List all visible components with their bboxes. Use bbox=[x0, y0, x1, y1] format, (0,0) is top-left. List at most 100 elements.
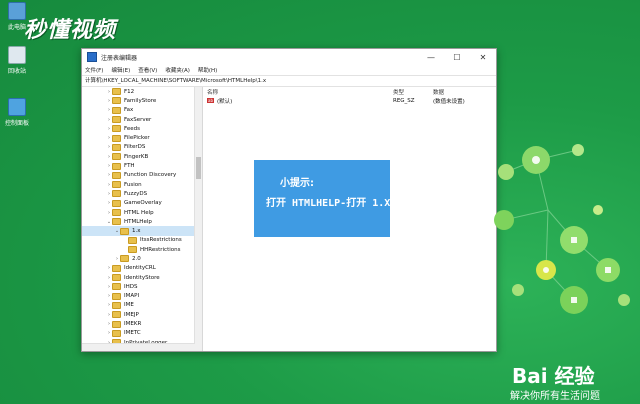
window-title: 注册表编辑器 bbox=[101, 54, 138, 62]
folder-icon bbox=[112, 301, 121, 309]
folder-icon bbox=[112, 190, 121, 198]
folder-icon bbox=[112, 134, 121, 142]
tree-item-label: IMEJP bbox=[124, 311, 139, 318]
folder-icon bbox=[112, 88, 121, 96]
tip-heading: 小提示: bbox=[280, 178, 314, 189]
column-type[interactable]: 类型 bbox=[393, 88, 433, 96]
tree-item[interactable]: › Fax bbox=[82, 106, 202, 115]
desktop-icon-computer[interactable]: 此电脑 bbox=[2, 2, 32, 31]
tree-item-label: FilterDS bbox=[124, 144, 146, 151]
folder-icon bbox=[128, 236, 137, 244]
folder-icon bbox=[112, 125, 121, 133]
tree-item[interactable]: › FTH bbox=[82, 161, 202, 170]
tree-item-label: HHRestrictions bbox=[140, 246, 181, 253]
menu-favorites[interactable]: 收藏夹(A) bbox=[165, 66, 190, 74]
tree-item[interactable]: ⌄ 1.x bbox=[82, 226, 202, 236]
folder-icon bbox=[112, 320, 121, 328]
tree-horizontal-scrollbar[interactable] bbox=[82, 343, 195, 351]
minimize-button[interactable]: — bbox=[418, 53, 444, 62]
tree-item[interactable]: › FilePicker bbox=[82, 133, 202, 142]
tree-item-label: 2.0 bbox=[132, 255, 141, 262]
menu-edit[interactable]: 编辑(E) bbox=[111, 66, 130, 74]
tree-item[interactable]: › IMEJP bbox=[82, 310, 202, 319]
tree-item[interactable]: › IMEKR bbox=[82, 319, 202, 328]
folder-icon bbox=[112, 283, 121, 291]
tree-item[interactable]: › IMETC bbox=[82, 329, 202, 338]
tree-item-label: Fusion bbox=[124, 181, 142, 188]
value-data: (数值未设置) bbox=[433, 98, 465, 105]
value-name: (默认) bbox=[217, 98, 233, 105]
folder-icon bbox=[128, 246, 137, 254]
tree-item-label: ItssRestrictions bbox=[140, 237, 182, 244]
menu-bar: 文件(F) 编辑(E) 查看(V) 收藏夹(A) 帮助(H) bbox=[82, 65, 496, 75]
desktop-icon-label: 此电脑 bbox=[7, 24, 26, 31]
folder-icon bbox=[112, 181, 121, 189]
tree-item[interactable]: › IHDS bbox=[82, 282, 202, 291]
tree-item[interactable]: › FamilyStore bbox=[82, 96, 202, 105]
folder-icon bbox=[112, 153, 121, 161]
tree-item-label: Feeds bbox=[124, 125, 140, 132]
registry-tree: › F12 › FamilyStore › Fax › FaxServer › Feeds › Fil… bbox=[82, 87, 203, 351]
tree-item-label: Function Discovery bbox=[124, 172, 177, 179]
tree-item-label: IdentityCRL bbox=[124, 265, 156, 272]
string-value-icon: ab bbox=[207, 98, 214, 103]
folder-icon bbox=[112, 329, 121, 337]
tree-item[interactable]: › FuzzyDS bbox=[82, 189, 202, 198]
menu-view[interactable]: 查看(V) bbox=[138, 66, 157, 74]
menu-help[interactable]: 帮助(H) bbox=[198, 66, 217, 74]
folder-icon bbox=[112, 209, 121, 216]
desktop-icon-control-panel[interactable]: 控制面板 bbox=[2, 98, 32, 127]
folder-icon bbox=[112, 292, 121, 300]
tree-item[interactable]: › FingerKB bbox=[82, 152, 202, 161]
tree-item-label: FTH bbox=[124, 163, 135, 170]
desktop-icon-recycle-bin[interactable]: 回收站 bbox=[2, 46, 32, 75]
tree-item[interactable]: › GameOverlay bbox=[82, 199, 202, 208]
maximize-button[interactable]: ☐ bbox=[444, 53, 470, 62]
tree-item[interactable]: › F12 bbox=[82, 87, 202, 96]
menu-file[interactable]: 文件(F) bbox=[85, 66, 103, 74]
tree-item[interactable]: › IdentityCRL bbox=[82, 264, 202, 273]
desktop-icon-label: 控制面板 bbox=[4, 120, 29, 127]
recycle-bin-icon bbox=[8, 46, 26, 64]
address-bar[interactable]: 计算机\HKEY_LOCAL_MACHINE\SOFTWARE\Microsof… bbox=[82, 75, 496, 87]
video-watermark: 秒懂视频 bbox=[24, 17, 117, 43]
tip-overlay: 小提示: 打开 HTMLHELP-打开 1.X bbox=[254, 160, 390, 237]
tree-item-label: GameOverlay bbox=[124, 200, 162, 207]
baidu-tagline: 解决你所有生活问题 bbox=[510, 391, 600, 402]
folder-icon bbox=[112, 106, 121, 114]
tree-item-label: 1.x bbox=[132, 228, 141, 235]
tree-item[interactable]: › IMAPI bbox=[82, 292, 202, 301]
folder-icon bbox=[112, 97, 121, 105]
column-name[interactable]: 名称 bbox=[203, 88, 393, 96]
scrollbar-thumb[interactable] bbox=[196, 157, 201, 179]
folder-icon bbox=[112, 264, 121, 272]
close-button[interactable]: ✕ bbox=[470, 53, 496, 62]
title-bar: 注册表编辑器 — ☐ ✕ bbox=[82, 49, 496, 65]
tree-item[interactable]: › IdentityStore bbox=[82, 273, 202, 282]
folder-icon bbox=[112, 143, 121, 151]
tree-item[interactable]: HHRestrictions bbox=[82, 245, 202, 254]
value-type: REG_SZ bbox=[393, 97, 415, 104]
decorative-network-graphic bbox=[494, 144, 630, 314]
tree-item[interactable]: ItssRestrictions bbox=[82, 236, 202, 245]
tree-item-label: IdentityStore bbox=[124, 274, 160, 281]
tree-item[interactable]: › HTML Help bbox=[82, 208, 202, 217]
folder-icon bbox=[112, 311, 121, 319]
tree-vertical-scrollbar[interactable] bbox=[194, 87, 202, 351]
tree-item-label: FilePicker bbox=[124, 135, 150, 142]
tree-item-label: FaxServer bbox=[124, 116, 152, 123]
tree-item[interactable]: › FaxServer bbox=[82, 115, 202, 124]
tree-item[interactable]: › IME bbox=[82, 301, 202, 310]
tree-item[interactable]: › Fusion bbox=[82, 180, 202, 189]
tree-item-label: FuzzyDS bbox=[124, 190, 148, 197]
tree-item[interactable]: › 2.0 bbox=[82, 254, 202, 263]
tree-item-label: F12 bbox=[124, 88, 135, 95]
value-row[interactable]: ab (默认) REG_SZ (数值未设置) bbox=[203, 96, 496, 105]
tree-item-label: IMAPI bbox=[124, 293, 140, 300]
tree-item[interactable]: › FilterDS bbox=[82, 143, 202, 152]
tree-item[interactable]: ⌄ HTMLHelp bbox=[82, 217, 202, 226]
tree-item[interactable]: › Feeds bbox=[82, 124, 202, 133]
tree-item[interactable]: › Function Discovery bbox=[82, 171, 202, 180]
tree-item-label: FingerKB bbox=[124, 153, 149, 160]
column-data[interactable]: 数据 bbox=[433, 88, 493, 96]
